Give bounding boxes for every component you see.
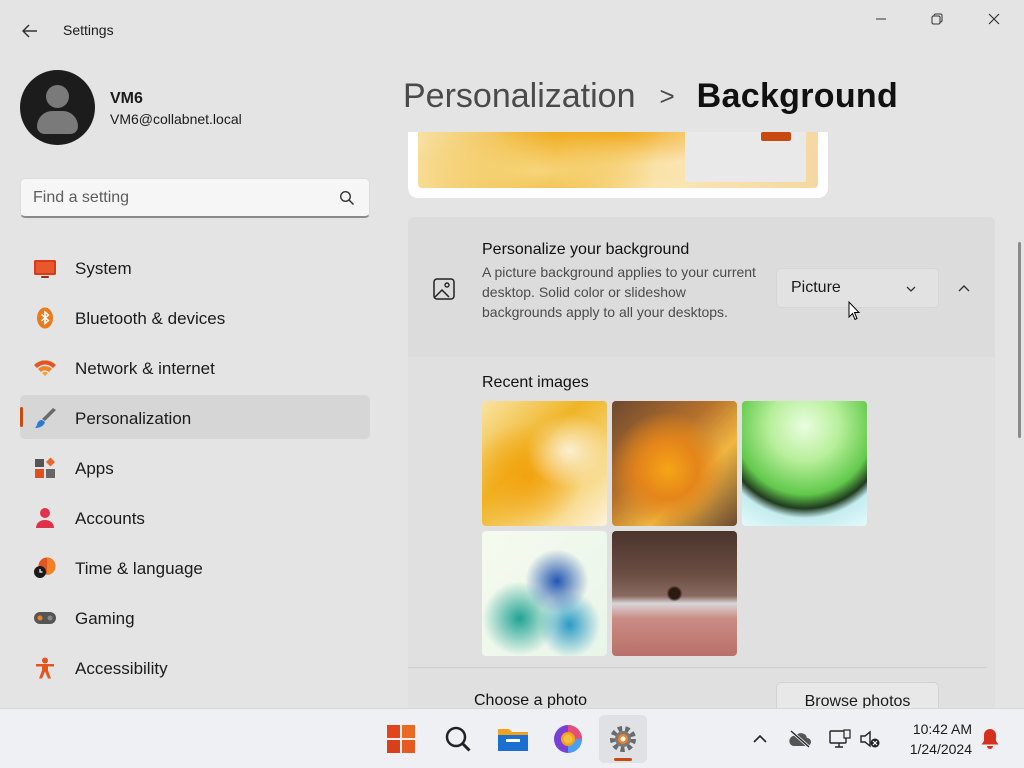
desktop-preview	[408, 132, 828, 198]
sidebar-item-network[interactable]: Network & internet	[20, 345, 370, 389]
search-box[interactable]	[20, 178, 370, 218]
clock-date: 1/24/2024	[909, 741, 972, 757]
taskbar-file-explorer[interactable]	[489, 715, 537, 763]
taskbar: 10:42 AM 1/24/2024	[0, 708, 1024, 768]
sidebar-item-label: Apps	[75, 459, 114, 478]
setting-description: A picture background applies to your cur…	[482, 264, 756, 320]
maximize-button[interactable]	[914, 4, 960, 34]
user-email: VM6@collabnet.local	[110, 111, 242, 127]
clock[interactable]: 10:42 AM 1/24/2024	[886, 719, 986, 759]
sidebar-nav: System Bluetooth & devices Network & int…	[20, 245, 370, 695]
preview-accent-bar	[761, 132, 791, 141]
taskbar-browser[interactable]	[544, 715, 592, 763]
globe-clock-icon	[34, 557, 56, 578]
wifi-icon	[34, 360, 56, 376]
sidebar-item-accounts[interactable]: Accounts	[20, 495, 370, 539]
app-title: Settings	[63, 22, 114, 38]
browser-icon	[554, 725, 582, 753]
divider	[408, 667, 987, 668]
minimize-button[interactable]	[858, 4, 904, 34]
dropdown-value: Picture	[791, 279, 841, 296]
file-explorer-icon	[498, 729, 528, 751]
cloud-off-icon	[789, 729, 811, 749]
taskbar-settings[interactable]	[599, 715, 647, 763]
recent-image-4[interactable]	[482, 531, 607, 656]
chevron-down-icon	[906, 286, 916, 292]
background-options-panel: Recent images	[408, 357, 995, 708]
breadcrumb-separator: >	[659, 80, 675, 111]
sidebar-item-personalization[interactable]: Personalization	[20, 395, 370, 439]
clock-time: 10:42 AM	[912, 721, 972, 737]
sidebar-item-label: Time & language	[75, 559, 203, 578]
browse-photos-button[interactable]: Browse photos	[776, 682, 939, 708]
brush-icon	[35, 408, 56, 428]
close-icon	[988, 13, 1000, 25]
close-button[interactable]	[971, 4, 1017, 34]
sidebar-item-gaming[interactable]: Gaming	[20, 595, 370, 639]
recent-image-2[interactable]	[612, 401, 737, 526]
search-icon	[445, 726, 471, 752]
sidebar-item-system[interactable]: System	[20, 245, 370, 289]
onedrive-tray-button[interactable]	[788, 727, 812, 751]
scrollbar[interactable]	[1018, 242, 1021, 438]
settings-icon	[610, 726, 636, 752]
apps-icon	[35, 457, 55, 478]
active-app-indicator	[614, 758, 632, 761]
taskbar-search-button[interactable]	[434, 715, 482, 763]
avatar-body	[37, 111, 78, 134]
title-bar: Settings	[0, 0, 1024, 60]
start-icon	[387, 725, 415, 753]
sidebar-item-label: Bluetooth & devices	[75, 309, 226, 328]
user-name: VM6	[110, 90, 143, 107]
sidebar-item-label: System	[75, 259, 132, 278]
content-area: Personalize your background A picture ba…	[400, 132, 1010, 708]
page-title: Background	[696, 76, 899, 115]
sidebar-item-label: Accounts	[75, 509, 145, 528]
collapse-button[interactable]	[949, 274, 979, 302]
start-button[interactable]	[377, 715, 425, 763]
restore-icon	[931, 13, 943, 25]
bell-icon	[981, 729, 999, 749]
monitor-icon	[34, 260, 56, 278]
sidebar-item-apps[interactable]: Apps	[20, 445, 370, 489]
sidebar-item-accessibility[interactable]: Accessibility	[20, 645, 370, 689]
mouse-cursor-icon	[848, 301, 860, 321]
network-tray-button[interactable]	[828, 727, 852, 751]
volume-tray-button[interactable]	[858, 727, 882, 751]
sidebar-item-label: Network & internet	[75, 359, 215, 378]
recent-images-label: Recent images	[482, 374, 589, 391]
sidebar-item-time-language[interactable]: Time & language	[20, 545, 370, 589]
sidebar-item-label: Personalization	[75, 409, 192, 428]
sidebar-item-bluetooth[interactable]: Bluetooth & devices	[20, 295, 370, 339]
recent-image-3[interactable]	[742, 401, 867, 526]
notifications-button[interactable]	[978, 727, 1002, 751]
bluetooth-icon	[37, 307, 53, 329]
recent-image-5[interactable]	[612, 531, 737, 656]
accessibility-icon	[36, 657, 54, 679]
show-hidden-icons-button[interactable]	[748, 727, 772, 751]
chevron-up-icon	[753, 734, 767, 743]
recent-image-1[interactable]	[482, 401, 607, 526]
search-icon[interactable]	[339, 190, 355, 206]
network-monitor-icon	[829, 729, 851, 748]
gamepad-icon	[34, 612, 56, 624]
arrow-left-icon	[22, 24, 37, 38]
volume-muted-icon	[860, 730, 880, 748]
choose-photo-label: Choose a photo	[474, 692, 587, 708]
sidebar-item-label: Accessibility	[75, 659, 168, 678]
chevron-up-icon	[958, 285, 970, 292]
avatar-head	[46, 85, 69, 108]
setting-title: Personalize your background	[482, 241, 690, 258]
image-icon	[433, 278, 455, 300]
minimize-icon	[876, 18, 886, 20]
personalize-background-card: Personalize your background A picture ba…	[408, 217, 995, 357]
back-button[interactable]	[14, 16, 46, 46]
breadcrumb-parent[interactable]: Personalization	[403, 77, 635, 116]
person-icon	[36, 508, 54, 528]
sidebar-item-label: Gaming	[75, 609, 135, 628]
breadcrumb: Personalization > Background	[403, 74, 898, 118]
avatar[interactable]	[20, 70, 95, 145]
search-input[interactable]	[33, 187, 323, 209]
